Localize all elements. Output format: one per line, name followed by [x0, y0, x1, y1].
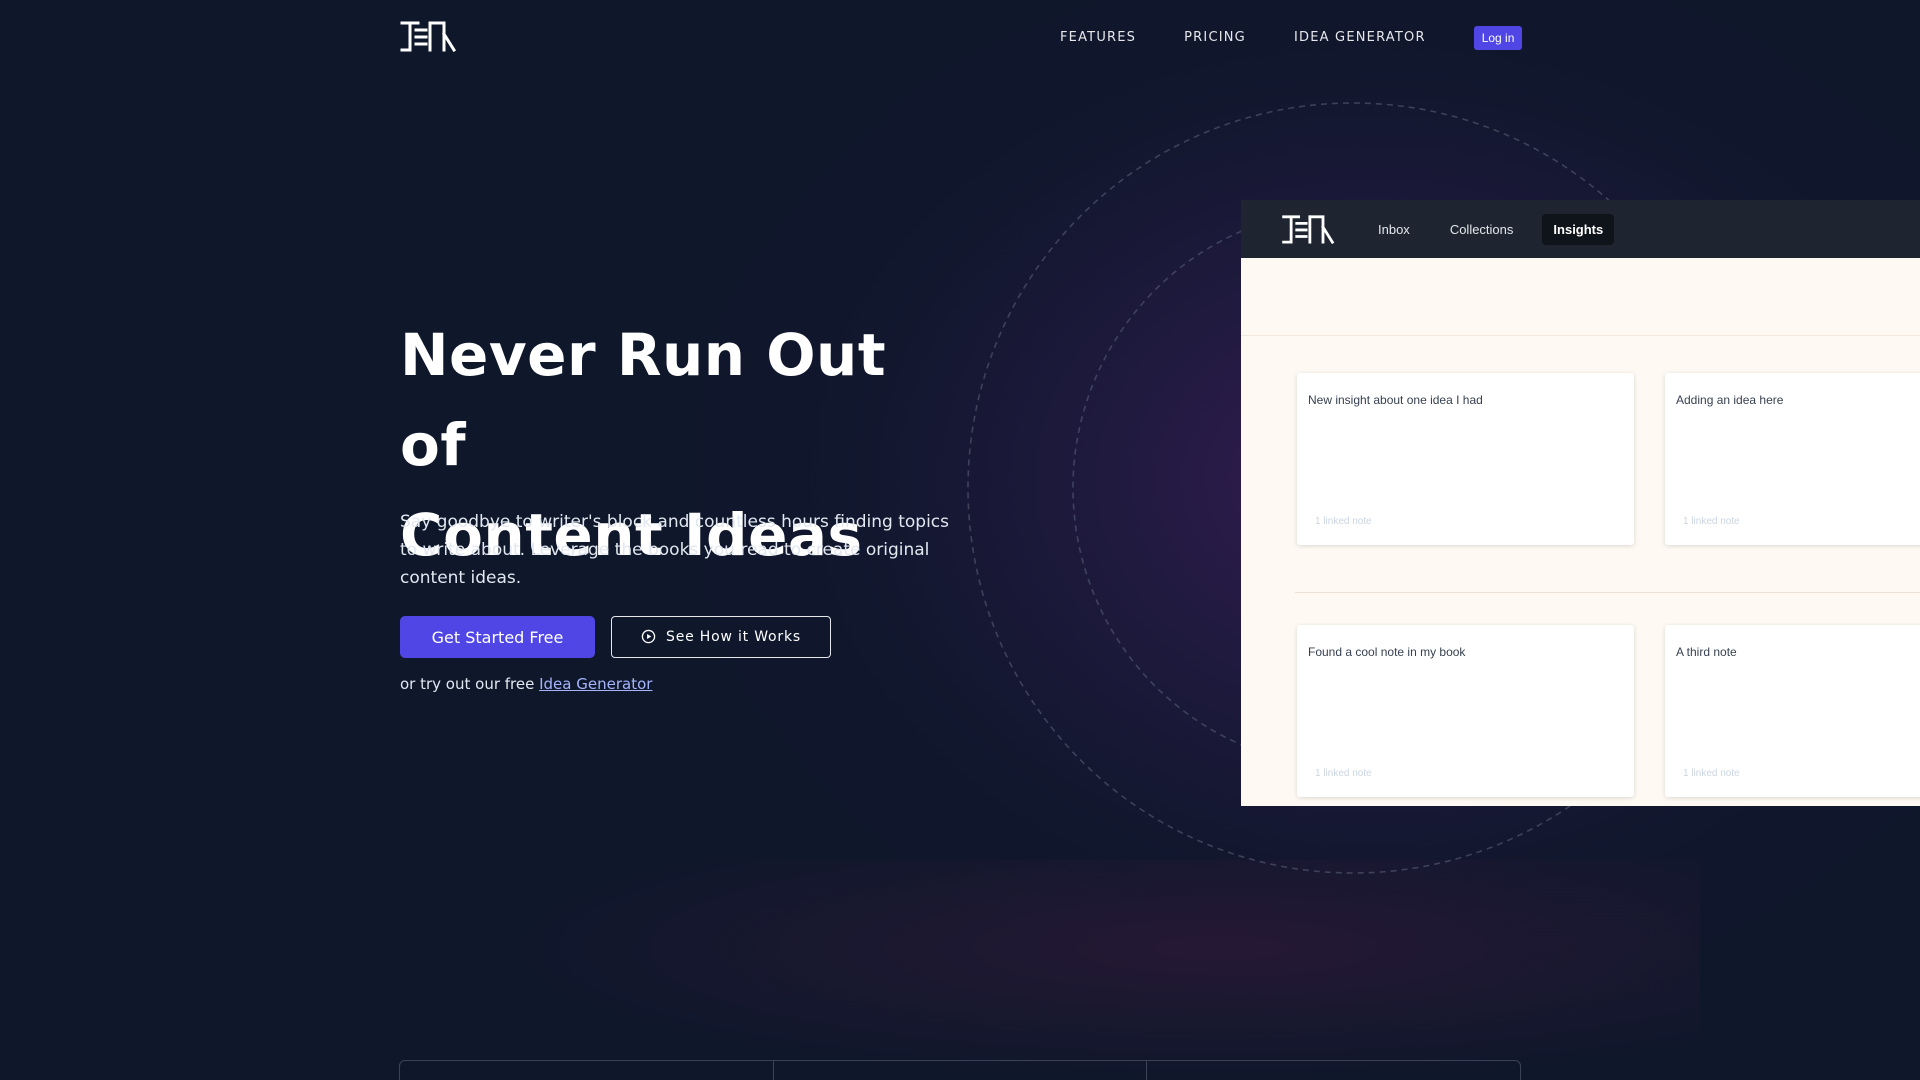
note-card[interactable]: Adding an idea here 1 linked note — [1665, 373, 1920, 545]
main-nav: FEATURES PRICING IDEA GENERATOR Log in — [1060, 26, 1523, 50]
hero-description: Say goodbye to writer's block and countl… — [400, 512, 950, 588]
row-separator — [1295, 592, 1920, 593]
try-prefix-text: or try out our free — [400, 675, 540, 693]
app-preview: Inbox Collections Insights New insight a… — [1241, 200, 1920, 806]
tab-collections[interactable]: Collections — [1439, 214, 1525, 245]
tab-inbox[interactable]: Inbox — [1367, 214, 1421, 245]
background-glow-bottom — [500, 860, 1700, 1080]
see-how-it-works-button[interactable]: See How it Works — [611, 616, 831, 658]
note-linked-count: 1 linked note — [1315, 516, 1372, 527]
idea-generator-link[interactable]: Idea Generator — [539, 675, 652, 693]
stats-cell — [1147, 1061, 1520, 1080]
ten-logo-icon[interactable] — [400, 20, 456, 52]
note-linked-count: 1 linked note — [1315, 768, 1372, 779]
app-preview-topbar: Inbox Collections Insights — [1241, 200, 1920, 258]
login-button[interactable]: Log in — [1473, 26, 1523, 50]
nav-idea-generator-link[interactable]: IDEA GENERATOR — [1294, 27, 1426, 49]
try-generator-line: or try out our free Idea Generator — [400, 675, 652, 693]
note-card[interactable]: New insight about one idea I had 1 linke… — [1297, 373, 1634, 545]
note-card[interactable]: Found a cool note in my book 1 linked no… — [1297, 625, 1634, 797]
app-preview-logo-icon — [1282, 215, 1335, 244]
get-started-button[interactable]: Get Started Free — [400, 616, 595, 658]
note-linked-count: 1 linked note — [1683, 516, 1740, 527]
note-linked-count: 1 linked note — [1683, 768, 1740, 779]
note-title: Found a cool note in my book — [1308, 645, 1466, 659]
hero-title-line-1: Never Run Out of — [400, 321, 887, 479]
note-card[interactable]: A third note 1 linked note — [1665, 625, 1920, 797]
stats-strip — [399, 1060, 1521, 1080]
note-title: Adding an idea here — [1676, 393, 1784, 407]
nav-pricing-link[interactable]: PRICING — [1184, 27, 1246, 49]
note-title: A third note — [1676, 645, 1737, 659]
nav-features-link[interactable]: FEATURES — [1060, 27, 1136, 49]
stats-cell — [400, 1061, 774, 1080]
note-title: New insight about one idea I had — [1308, 393, 1483, 407]
app-preview-divider — [1241, 335, 1920, 336]
tab-insights[interactable]: Insights — [1542, 213, 1615, 245]
stats-cell — [774, 1061, 1148, 1080]
see-how-it-works-label: See How it Works — [666, 629, 801, 645]
play-circle-icon — [641, 629, 656, 643]
